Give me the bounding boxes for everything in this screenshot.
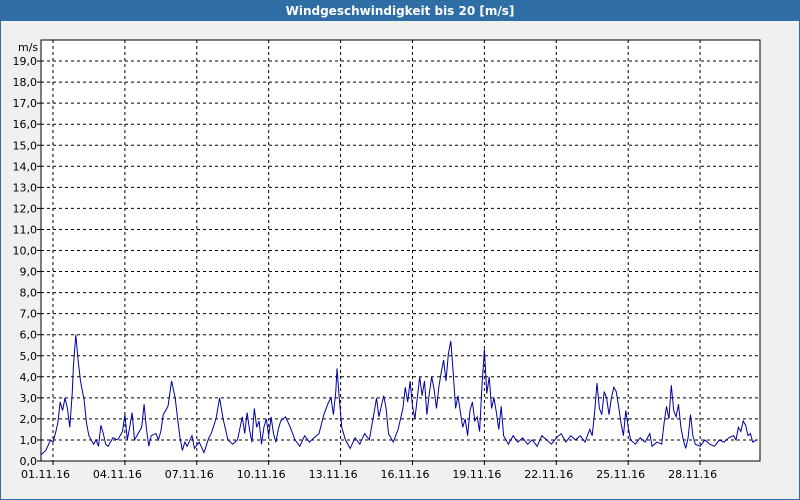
x-tick-label: 13.11.16 [309, 468, 358, 481]
y-tick-label: 14,0 [13, 160, 38, 173]
x-tick-label: 25.11.16 [596, 468, 645, 481]
y-tick-label: 9,0 [20, 266, 38, 279]
x-tick-label: 10.11.16 [237, 468, 286, 481]
y-tick-label: 10,0 [13, 245, 38, 258]
x-tick-label: 22.11.16 [524, 468, 573, 481]
y-tick-label: 1,0 [20, 434, 38, 447]
x-tick-label: 16.11.16 [381, 468, 430, 481]
y-tick-label: 3,0 [20, 392, 38, 405]
y-tick-label: 2,0 [20, 413, 38, 426]
y-tick-label: 16,0 [13, 118, 38, 131]
x-tick-label: 04.11.16 [93, 468, 142, 481]
y-tick-label: 7,0 [20, 308, 38, 321]
y-tick-labels: 0,0 1,0 2,0 3,0 4,0 5,0 6,0 7,0 8,0 9,0 10,0 11,0 12… [13, 55, 38, 468]
plot-area [41, 40, 760, 461]
wind-speed-chart: 0,0 1,0 2,0 3,0 4,0 5,0 6,0 7,0 8,0 9,0 10,0 11,0 12… [13, 39, 761, 481]
x-tick-label: 01.11.16 [21, 468, 70, 481]
y-tick-label: 17,0 [13, 97, 38, 110]
y-tick-label: 13,0 [13, 181, 38, 194]
x-tick-label: 28.11.16 [668, 468, 717, 481]
y-tick-label: 11,0 [13, 223, 38, 236]
y-tick-label: 15,0 [13, 139, 38, 152]
y-tick-label: 5,0 [20, 350, 38, 363]
y-axis-label: m/s [18, 41, 38, 54]
y-tick-label: 4,0 [20, 371, 38, 384]
y-tick-label: 8,0 [20, 287, 38, 300]
y-tick-label: 0,0 [20, 455, 38, 468]
y-tick-label: 18,0 [13, 76, 38, 89]
y-tick-label: 6,0 [20, 329, 38, 342]
x-tick-labels: 01.11.16 04.11.16 07.11.16 10.11.16 13.11.16… [21, 468, 717, 481]
x-tick-label: 07.11.16 [165, 468, 214, 481]
y-tick-label: 19,0 [13, 55, 38, 68]
x-tick-label: 19.11.16 [452, 468, 501, 481]
y-tick-label: 12,0 [13, 202, 38, 215]
